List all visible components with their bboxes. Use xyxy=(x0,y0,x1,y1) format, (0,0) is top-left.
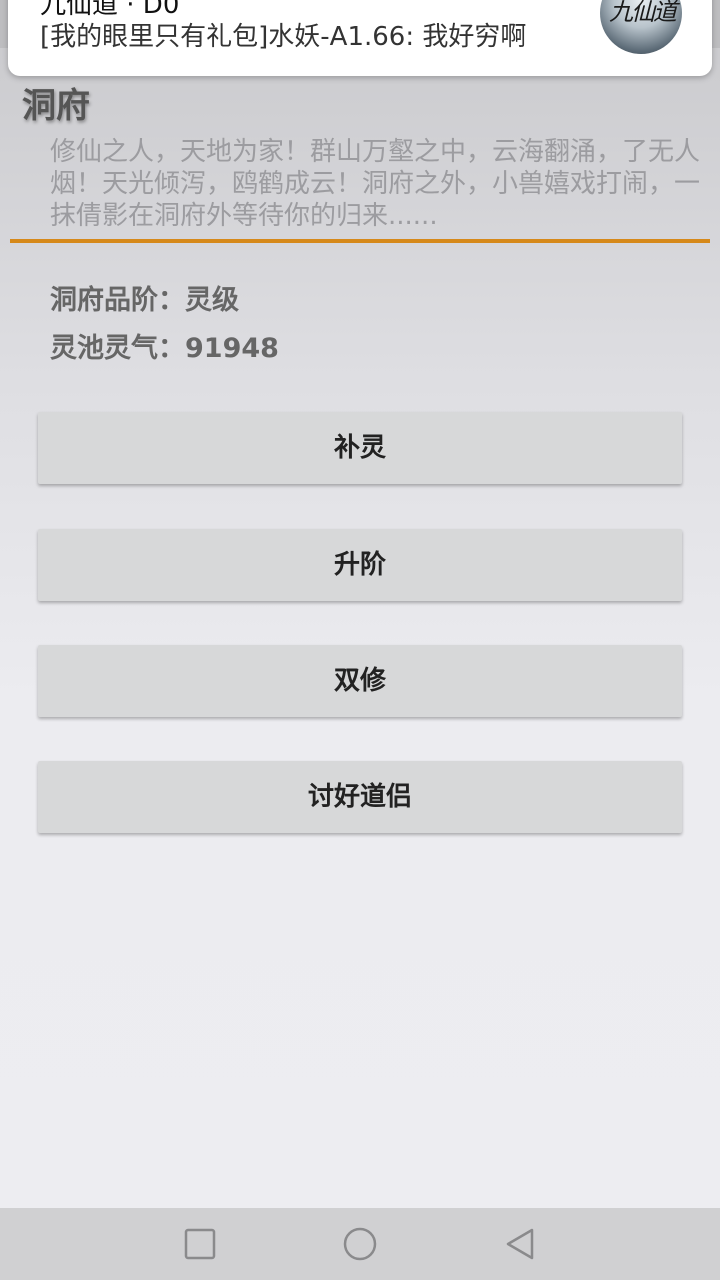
upgrade-button[interactable]: 升阶 xyxy=(38,529,682,601)
back-icon[interactable] xyxy=(502,1226,538,1262)
notification-card[interactable]: 九仙道 · D0 [我的眼里只有礼包]水妖-A1.66: 我好穷啊 九仙道 xyxy=(8,0,712,76)
home-icon[interactable] xyxy=(342,1226,378,1262)
notification-app-avatar: 九仙道 xyxy=(600,0,682,54)
avatar-calligraphy: 九仙道 xyxy=(609,0,677,26)
section-divider xyxy=(10,239,710,243)
page-title: 洞府 xyxy=(22,86,90,126)
spirit-pool-label: 灵池灵气：91948 xyxy=(50,333,279,364)
dual-cultivation-button[interactable]: 双修 xyxy=(38,645,682,717)
replenish-button[interactable]: 补灵 xyxy=(38,412,682,484)
cave-rank-label: 洞府品阶：灵级 xyxy=(50,285,239,316)
recent-apps-icon[interactable] xyxy=(182,1226,218,1262)
please-companion-button[interactable]: 讨好道侣 xyxy=(38,761,682,833)
navigation-bar xyxy=(0,1208,720,1280)
notification-message: [我的眼里只有礼包]水妖-A1.66: 我好穷啊 xyxy=(40,22,527,52)
page-description: 修仙之人，天地为家！群山万壑之中，云海翻涌，了无人烟！天光倾泻，鸥鹤成云！洞府之… xyxy=(50,137,701,231)
